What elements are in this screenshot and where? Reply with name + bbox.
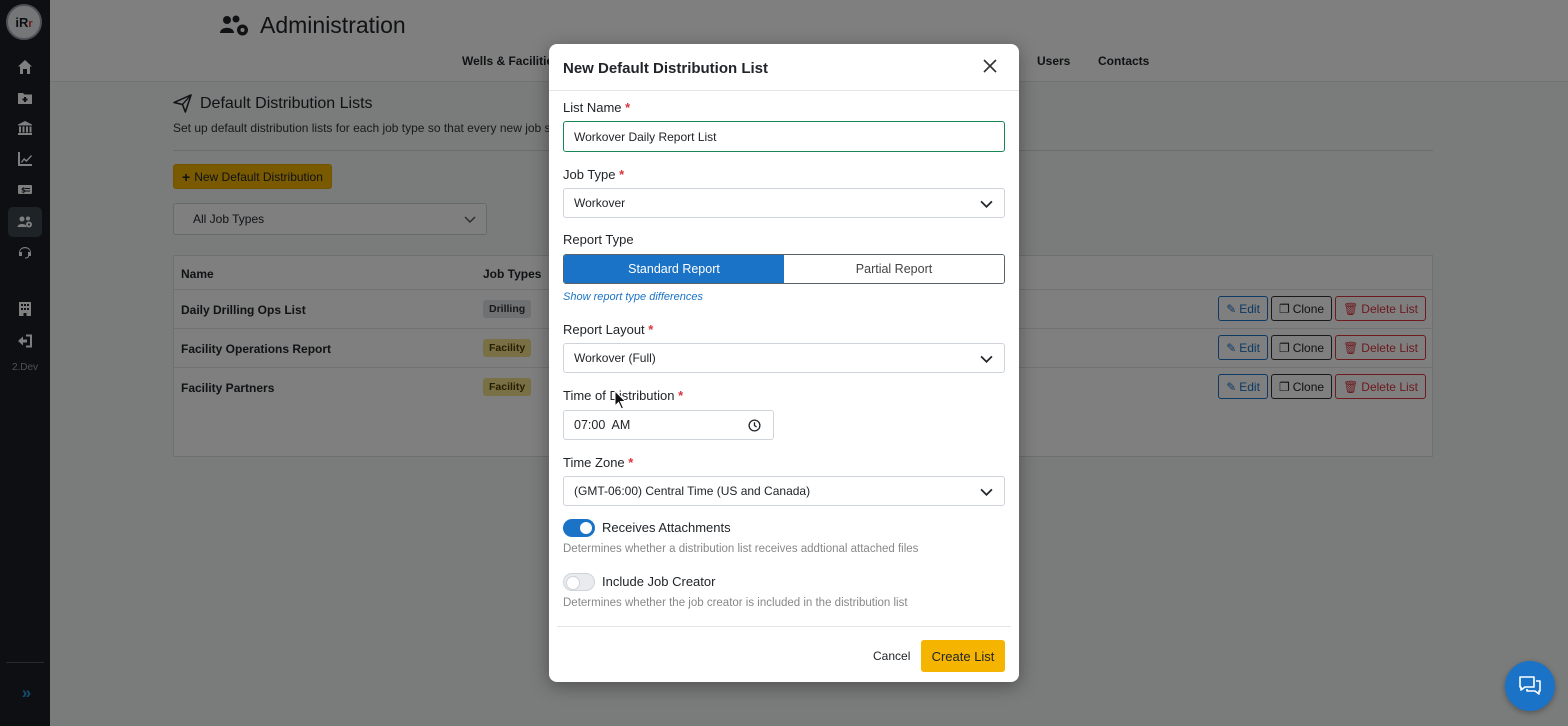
standard-report-option[interactable]: Standard Report xyxy=(564,255,784,283)
report-type-label: Report Type xyxy=(563,232,634,247)
report-layout-label: Report Layout * xyxy=(563,322,654,337)
include-job-creator-toggle[interactable] xyxy=(563,573,595,591)
receives-attachments-label: Receives Attachments xyxy=(602,520,731,535)
close-icon[interactable] xyxy=(983,59,997,73)
list-name-input[interactable]: Workover Daily Report List xyxy=(563,121,1005,152)
receives-attachments-hint: Determines whether a distribution list r… xyxy=(563,543,919,555)
modal-title: New Default Distribution List xyxy=(563,60,769,77)
chat-support-button[interactable] xyxy=(1505,661,1555,711)
report-type-differences-link[interactable]: Show report type differences xyxy=(563,291,703,303)
create-list-button[interactable]: Create List xyxy=(921,640,1005,672)
mouse-cursor-icon xyxy=(614,390,627,410)
report-layout-select[interactable]: Workover (Full) xyxy=(563,343,1005,373)
new-distribution-list-modal: New Default Distribution List List Name … xyxy=(549,44,1019,682)
chevron-down-icon xyxy=(980,355,993,363)
include-job-creator-hint: Determines whether the job creator is in… xyxy=(563,597,908,609)
report-type-toggle: Standard Report Partial Report xyxy=(563,254,1005,284)
job-type-label: Job Type * xyxy=(563,167,625,182)
chevron-down-icon xyxy=(980,200,993,208)
job-type-select[interactable]: Workover xyxy=(563,188,1005,218)
receives-attachments-toggle[interactable] xyxy=(563,519,595,537)
time-zone-select[interactable]: (GMT-06:00) Central Time (US and Canada) xyxy=(563,476,1005,506)
time-zone-label: Time Zone * xyxy=(563,455,634,470)
modal-header-divider xyxy=(549,90,1019,91)
time-of-distribution-input[interactable]: 07:00 AM xyxy=(563,410,774,440)
list-name-label: List Name * xyxy=(563,100,631,115)
modal-footer-divider xyxy=(557,626,1011,627)
partial-report-option[interactable]: Partial Report xyxy=(784,255,1004,283)
clock-icon[interactable] xyxy=(748,419,761,432)
include-job-creator-label: Include Job Creator xyxy=(602,574,716,589)
chevron-down-icon xyxy=(980,488,993,496)
cancel-button[interactable]: Cancel xyxy=(867,641,916,671)
chat-icon xyxy=(1519,676,1541,695)
